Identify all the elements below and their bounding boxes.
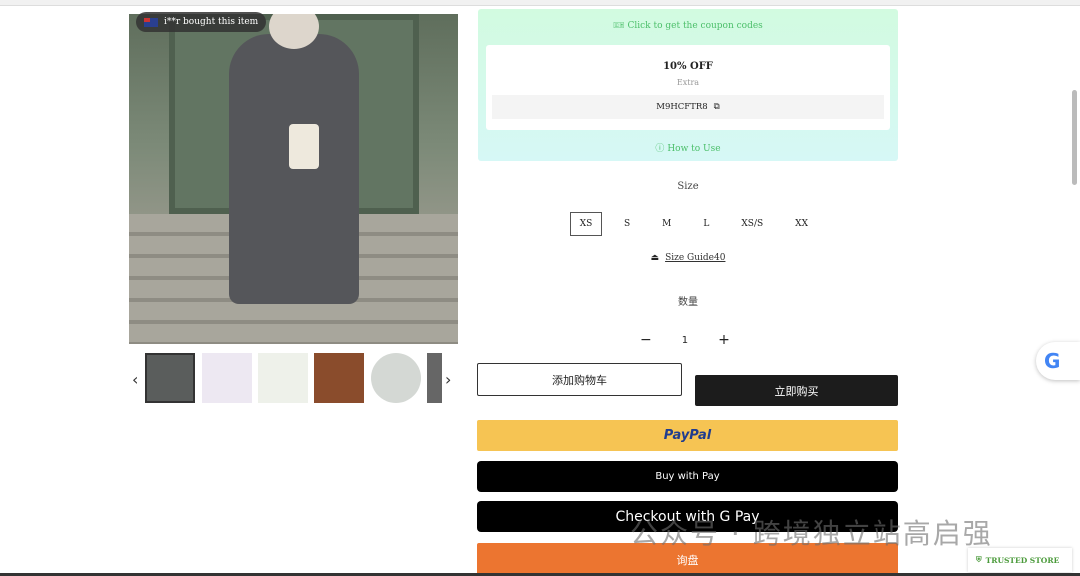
size-option-xs-s[interactable]: XS/S [731, 212, 773, 236]
google-icon: G [1044, 349, 1061, 373]
thumbnail-carousel: ‹ › [129, 352, 458, 406]
product-main-image[interactable] [129, 14, 458, 344]
social-proof-text: i**r bought this item [164, 17, 259, 27]
plus-button[interactable]: + [718, 332, 730, 348]
size-option-s[interactable]: S [614, 212, 640, 236]
coupon-subtitle: Extra [676, 78, 700, 87]
size-option-l[interactable]: L [693, 212, 719, 236]
bag [289, 124, 319, 169]
how-to-use-text: How to Use [667, 144, 721, 154]
dress-figure [229, 34, 359, 304]
quantity-label: 数量 [678, 297, 698, 308]
size-options: XS S M L XS/S XX [570, 212, 830, 236]
paypal-button[interactable]: PayPal [477, 420, 898, 451]
copy-icon[interactable]: ⧉ [714, 102, 720, 112]
shield-check-icon: ⛨ [976, 555, 982, 564]
ruler-icon: ⏏ [650, 253, 660, 263]
social-proof-badge: i**r bought this item [136, 12, 267, 32]
size-guide-text: Size Guide40 [665, 253, 726, 263]
coupon-code: M9HCFTR8 [656, 102, 708, 112]
trusted-store-text: TRUSTED STORE [985, 555, 1060, 565]
coupon-panel: 🎫︎ Click to get the coupon codes 10% OFF… [478, 9, 898, 161]
how-to-use-link[interactable]: ⓘ How to Use [478, 141, 898, 154]
thumbnail-5[interactable] [371, 353, 421, 403]
thumbnail-3[interactable] [258, 353, 308, 403]
coupon-title: 10% OFF [663, 61, 713, 72]
question-circle-icon: ⓘ [655, 144, 665, 154]
australia-flag-icon [144, 17, 158, 27]
coupon-header-text: Click to get the coupon codes [627, 21, 763, 31]
size-guide-link[interactable]: ⏏ Size Guide40 [478, 253, 898, 263]
scrollbar[interactable] [1072, 90, 1077, 185]
thumbnail-4[interactable] [314, 353, 364, 403]
quantity-value[interactable]: 1 [682, 335, 688, 346]
coupon-code-box[interactable]: M9HCFTR8 ⧉ [492, 95, 884, 119]
minus-button[interactable]: − [640, 332, 652, 348]
size-option-xx[interactable]: XX [785, 212, 818, 236]
coupon-card: 10% OFF Extra M9HCFTR8 ⧉ [486, 45, 890, 130]
thumbnail-6[interactable] [427, 353, 442, 403]
thumbnail-1[interactable] [145, 353, 195, 403]
apple-pay-button[interactable]: Buy with Pay [477, 461, 898, 492]
browser-top-bar [0, 0, 1080, 6]
trusted-store-badge[interactable]: ⛨ TRUSTED STORE [968, 548, 1072, 572]
watermark: 公众号 · 跨境独立站高启强 [630, 517, 993, 550]
chevron-right-icon[interactable]: › [445, 370, 451, 389]
add-to-cart-button[interactable]: 添加购物车 [477, 363, 682, 396]
thumbnail-2[interactable] [202, 353, 252, 403]
size-label: Size [677, 181, 699, 192]
chevron-left-icon[interactable]: ‹ [132, 370, 138, 389]
quantity-stepper: − 1 + [640, 332, 730, 348]
google-reviews-badge[interactable]: G [1036, 342, 1080, 380]
get-coupon-link[interactable]: 🎫︎ Click to get the coupon codes [478, 21, 898, 31]
size-option-xs[interactable]: XS [570, 212, 602, 236]
buy-now-button[interactable]: 立即购买 [695, 375, 898, 406]
ticket-icon: 🎫︎ [613, 21, 625, 31]
size-option-m[interactable]: M [652, 212, 681, 236]
